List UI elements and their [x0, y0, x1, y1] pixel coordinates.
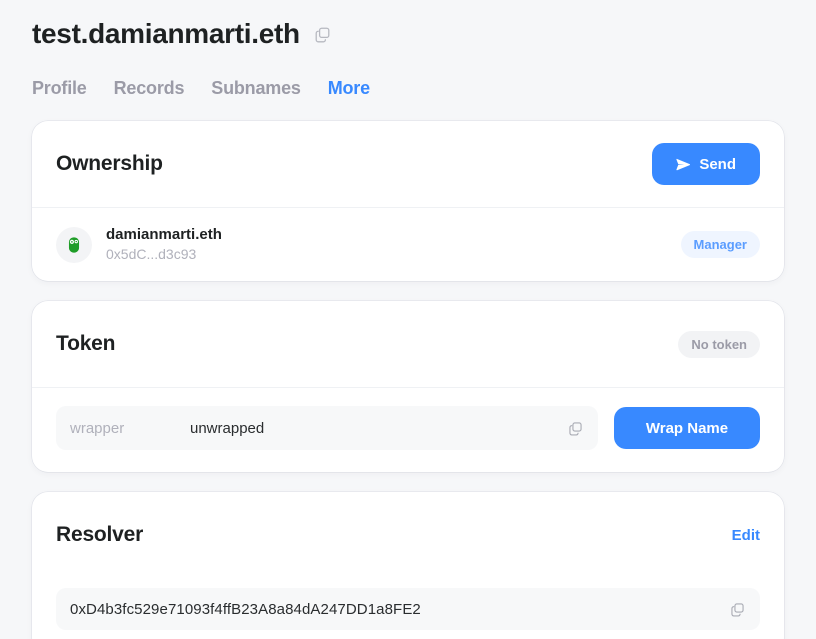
- wrapper-value: unwrapped: [190, 419, 265, 437]
- token-header: Token No token: [32, 301, 784, 387]
- send-button[interactable]: Send: [652, 143, 760, 185]
- resolver-header: Resolver Edit: [32, 492, 784, 578]
- token-title: Token: [56, 332, 116, 356]
- ownership-card: Ownership Send damianmarti.eth 0x5dC...d…: [32, 121, 784, 282]
- resolver-address-value: 0xD4b3fc529e71093f4ffB23A8a84dA247DD1a8F…: [70, 600, 421, 618]
- resolver-card: Resolver Edit 0xD4b3fc529e71093f4ffB23A8…: [32, 492, 784, 639]
- ownership-title: Ownership: [56, 152, 163, 175]
- page-header: test.damianmarti.eth: [32, 0, 784, 52]
- ownership-header: Ownership Send: [32, 121, 784, 207]
- resolver-address-row: 0xD4b3fc529e71093f4ffB23A8a84dA247DD1a8F…: [32, 578, 784, 639]
- page-title: test.damianmarti.eth: [32, 18, 300, 49]
- copy-icon[interactable]: [566, 421, 584, 436]
- role-badge-manager: Manager: [680, 231, 760, 259]
- resolver-title: Resolver: [56, 523, 144, 547]
- tab-records[interactable]: Records: [114, 78, 185, 99]
- wrapper-label: wrapper: [70, 419, 125, 437]
- wrapper-row: wrapper unwrapped Wrap Name: [32, 388, 784, 472]
- edit-resolver-button[interactable]: Edit: [732, 527, 760, 544]
- avatar-icon: [65, 236, 83, 254]
- wrap-name-button[interactable]: Wrap Name: [614, 407, 760, 450]
- owner-text: damianmarti.eth 0x5dC...d3c93: [106, 225, 222, 264]
- owner-identity: damianmarti.eth 0x5dC...d3c93: [56, 225, 222, 264]
- copy-icon[interactable]: [314, 26, 331, 43]
- page-root: test.damianmarti.eth Profile Records Sub…: [0, 0, 816, 639]
- owner-name: damianmarti.eth: [106, 226, 222, 243]
- status-badge-no-token: No token: [678, 330, 760, 358]
- token-card: Token No token wrapper unwrapped Wrap Na…: [32, 301, 784, 473]
- avatar: [56, 226, 92, 263]
- owner-address: 0x5dC...d3c93: [106, 246, 197, 263]
- wrapper-field[interactable]: wrapper unwrapped: [56, 406, 598, 451]
- send-button-label: Send: [699, 155, 736, 173]
- copy-icon[interactable]: [728, 602, 746, 617]
- tab-subnames[interactable]: Subnames: [211, 78, 301, 99]
- tab-bar: Profile Records Subnames More: [32, 78, 784, 99]
- tab-more[interactable]: More: [328, 78, 370, 99]
- paper-plane-icon: [676, 157, 691, 172]
- resolver-address-field[interactable]: 0xD4b3fc529e71093f4ffB23A8a84dA247DD1a8F…: [56, 588, 760, 631]
- tab-profile[interactable]: Profile: [32, 78, 87, 99]
- owner-row[interactable]: damianmarti.eth 0x5dC...d3c93 Manager: [32, 208, 784, 281]
